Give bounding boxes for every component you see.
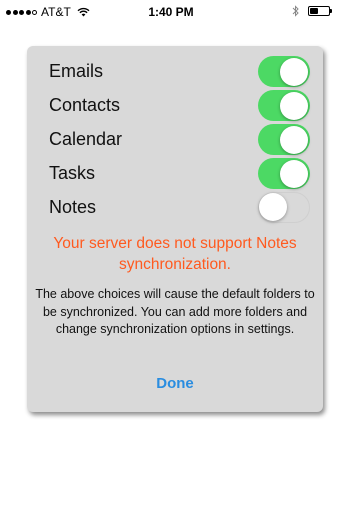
sync-options-dialog: Emails Contacts Calendar Tasks Notes You… (27, 46, 323, 412)
calendar-switch[interactable] (258, 124, 310, 155)
status-time: 1:40 PM (148, 5, 194, 19)
tasks-switch[interactable] (258, 158, 310, 189)
notes-switch[interactable] (258, 192, 310, 223)
toggle-label-emails: Emails (49, 61, 104, 81)
toggle-row-calendar: Calendar (49, 124, 310, 156)
switch-knob (259, 193, 287, 221)
battery-level-fill (310, 8, 318, 14)
done-button[interactable]: Done (125, 372, 225, 396)
status-right (292, 5, 332, 17)
status-bar: AT&T 1:40 PM (0, 0, 342, 22)
toggle-label-notes: Notes (49, 197, 97, 217)
toggle-label-calendar: Calendar (49, 129, 123, 149)
toggle-row-contacts: Contacts (49, 90, 310, 122)
notes-unsupported-warning: Your server does not support Notes synch… (53, 235, 297, 273)
toggle-label-tasks: Tasks (49, 163, 96, 183)
battery-icon (308, 6, 332, 16)
contacts-switch[interactable] (258, 90, 310, 121)
switch-knob (280, 125, 308, 154)
emails-switch[interactable] (258, 56, 310, 87)
sync-info-text: The above choices will cause the default… (35, 287, 315, 336)
switch-knob (280, 91, 308, 120)
toggle-row-notes: Notes (49, 192, 310, 224)
switch-knob (280, 57, 308, 86)
toggle-label-contacts: Contacts (49, 95, 121, 115)
toggle-row-tasks: Tasks (49, 158, 310, 190)
bluetooth-icon (292, 5, 299, 17)
toggle-row-emails: Emails (49, 56, 310, 88)
switch-knob (280, 159, 308, 188)
